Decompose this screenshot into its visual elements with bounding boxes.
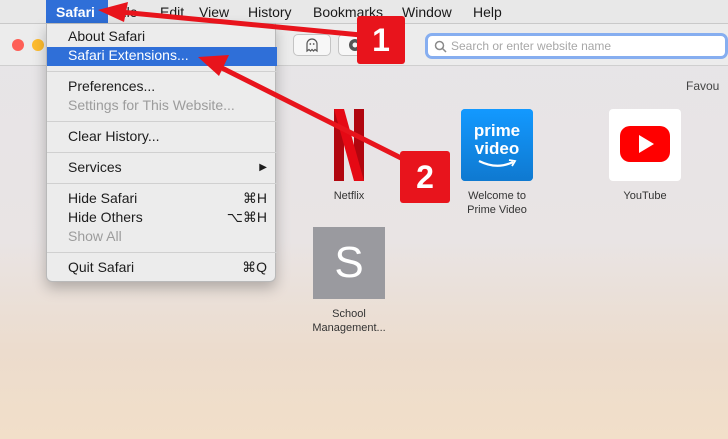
safari-app-menu[interactable]: Safari [46,0,108,24]
menu-history[interactable]: History [248,4,292,20]
menu-separator [47,71,277,72]
favourite-youtube[interactable]: YouTube [590,109,700,203]
favourites-header: Favou [686,79,720,93]
prime-video-logo-icon: prime video [461,109,533,181]
youtube-logo-icon [609,109,681,181]
netflix-logo-icon [313,109,385,181]
close-window-button[interactable] [12,39,24,51]
menu-item-label: Hide Others [68,209,143,225]
tile-label-line1: School [332,308,366,320]
tile-label: Welcome to Prime Video [442,189,552,217]
menu-item-quit-safari[interactable]: Quit Safari ⌘Q [47,259,277,278]
ghost-icon [306,38,318,53]
menu-file[interactable]: File [115,4,138,20]
tile-label-line2: Management... [312,322,386,334]
tile-letter: S [334,238,364,287]
step-2-badge: 2 [400,151,450,203]
tile-label-line2: Prime Video [467,204,527,216]
address-bar[interactable] [425,33,728,59]
address-input[interactable] [451,39,701,53]
menu-item-clear-history[interactable]: Clear History... [47,128,277,147]
menu-separator [47,121,277,122]
menu-item-hide-others[interactable]: Hide Others ⌥⌘H [47,209,277,228]
menu-edit[interactable]: Edit [160,4,184,20]
safari-dropdown-menu: About Safari Safari Extensions... Prefer… [46,23,277,282]
privacy-report-button[interactable] [293,34,331,56]
tile-label: YouTube [623,190,667,202]
menu-item-label: Quit Safari [68,259,135,275]
menu-view[interactable]: View [199,4,229,20]
menu-item-about-safari[interactable]: About Safari [47,28,277,47]
menu-item-services[interactable]: Services ▶ [47,159,277,178]
video-logo-text: video [474,139,520,158]
shortcut-label: ⌘H [242,190,267,206]
shortcut-label: ⌥⌘H [226,209,267,225]
prime-logo-text: prime [473,121,521,140]
menu-window[interactable]: Window [402,4,452,20]
favourite-netflix[interactable]: Netflix [294,109,404,203]
menu-item-safari-extensions[interactable]: Safari Extensions... [47,47,277,66]
menu-item-settings-for-website: Settings for This Website... [68,97,235,113]
minimize-window-button[interactable] [32,39,44,51]
favourite-school-management[interactable]: S School Management... [294,227,404,335]
tile-label: School Management... [294,307,404,335]
submenu-arrow-icon: ▶ [259,162,267,173]
step-1-badge: 1 [357,16,405,64]
menu-help[interactable]: Help [473,4,502,20]
shortcut-label: ⌘Q [242,259,267,275]
menu-separator [47,152,277,153]
menu-item-hide-safari[interactable]: Hide Safari ⌘H [47,190,277,209]
menu-item-preferences[interactable]: Preferences... [47,78,277,97]
favourite-prime-video[interactable]: prime video Welcome to Prime Video [442,109,552,217]
letter-s-icon: S [313,227,385,299]
tile-label-line1: Welcome to [468,190,526,202]
menu-item-show-all: Show All [68,228,122,244]
tile-label: Netflix [333,190,365,202]
menu-item-label: Hide Safari [68,190,138,206]
search-icon [434,40,447,53]
menu-item-label: Services [68,159,122,175]
menu-separator [47,183,277,184]
menu-separator [47,252,277,253]
